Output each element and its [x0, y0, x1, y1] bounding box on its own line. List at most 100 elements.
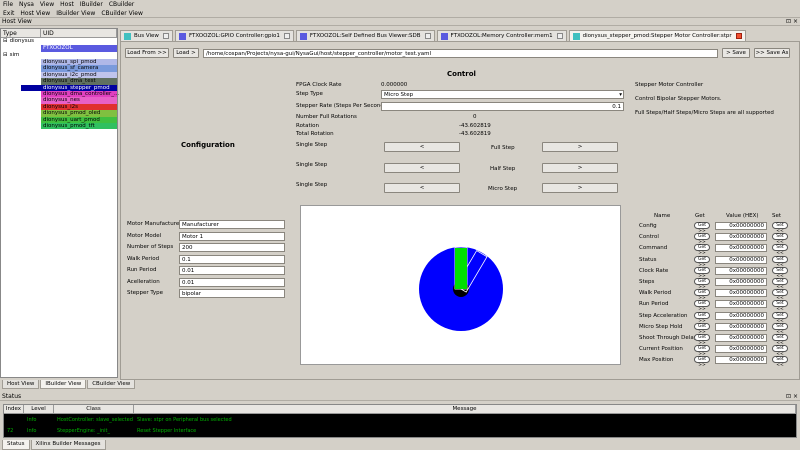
expander-icon[interactable]: ⊟ — [3, 38, 8, 44]
get-button[interactable]: Get >> — [694, 300, 710, 312]
reg-value-input[interactable]: 0x00000000 — [715, 300, 767, 309]
full-step-left-button[interactable]: < — [384, 142, 460, 152]
reg-value-input[interactable]: 0x00000000 — [715, 222, 767, 230]
reg-value-input[interactable]: 0x00000000 — [715, 233, 767, 242]
get-button[interactable]: Get >> — [694, 289, 710, 301]
set-button[interactable]: Set << — [772, 334, 788, 346]
bottom-tab-2[interactable]: CBuilder View — [87, 380, 136, 389]
tab-icon — [299, 32, 307, 40]
load-button[interactable]: Load > — [173, 48, 199, 58]
reg-value-input[interactable]: 0x00000000 — [715, 278, 767, 286]
save-as-button[interactable]: >> Save As — [754, 48, 790, 58]
tree-row[interactable]: FTXOOZOL — [1, 45, 117, 52]
get-button[interactable]: Get >> — [694, 278, 710, 290]
set-button[interactable]: Set << — [772, 345, 788, 357]
status-float-close-icon[interactable]: ⊡ × — [786, 393, 798, 400]
toolbar-ibuilder-view[interactable]: IBuilder View — [56, 10, 95, 17]
set-button[interactable]: Set << — [772, 233, 788, 245]
status-tab-0[interactable]: Status — [2, 440, 30, 450]
tree-row-uid[interactable]: dionysus_pmod_tft — [1, 122, 117, 130]
get-button[interactable]: Get >> — [694, 356, 710, 368]
toolbar-cbuilder-view[interactable]: CBuilder View — [101, 10, 143, 17]
tab-1[interactable]: FTXOOZOL:GPIO Controller:gpio1 — [174, 30, 294, 41]
set-button[interactable]: Set << — [772, 222, 788, 234]
config-input[interactable]: Manufacturer — [179, 220, 285, 229]
load-from-button[interactable]: Load From >> — [125, 48, 169, 58]
close-tab-icon[interactable] — [735, 33, 742, 39]
menu-item-ibuilder[interactable]: IBuilder — [80, 1, 103, 8]
get-button[interactable]: Get >> — [694, 233, 710, 245]
config-input[interactable]: 0.1 — [179, 254, 285, 264]
close-tab-icon[interactable] — [424, 33, 431, 39]
tab-4[interactable]: dionysus_stepper_pmod:Stepper Motor Cont… — [568, 30, 746, 41]
get-button[interactable]: Get >> — [694, 266, 710, 279]
log-row[interactable]: Info HostController: slave_selected Slave:… — [4, 414, 796, 425]
micro-step-right-button[interactable]: > — [542, 183, 618, 193]
stepper-rate-input[interactable]: 0.1 — [381, 102, 624, 111]
config-input[interactable]: bipolar — [179, 289, 285, 298]
motor-visual — [300, 205, 621, 365]
reg-value-input[interactable]: 0x00000000 — [715, 334, 767, 342]
get-button[interactable]: Get >> — [694, 334, 710, 346]
reg-value-input[interactable]: 0x00000000 — [715, 255, 767, 264]
config-input[interactable]: 0.01 — [179, 266, 285, 275]
set-button[interactable]: Set << — [772, 300, 788, 312]
reg-value-input[interactable]: 0x00000000 — [715, 356, 767, 365]
step-type-select[interactable]: Micro Step ▾ — [381, 90, 624, 99]
get-button[interactable]: Get >> — [694, 345, 710, 357]
get-button[interactable]: Get >> — [694, 311, 710, 324]
full-step-right-button[interactable]: > — [542, 142, 618, 152]
half-step-left-button[interactable]: < — [384, 163, 460, 173]
get-button[interactable]: Get >> — [694, 255, 710, 268]
float-close-icon[interactable]: ⊡ × — [786, 18, 798, 25]
tab-2[interactable]: FTXOOZOL:Self Defined Bus Viewer:SDB — [295, 30, 435, 41]
menu-item-view[interactable]: View — [40, 1, 54, 8]
bottom-tab-0[interactable]: Host View — [2, 380, 40, 389]
menu-item-file[interactable]: File — [3, 1, 13, 8]
save-button[interactable]: > Save — [722, 48, 750, 58]
set-button[interactable]: Set << — [772, 266, 788, 279]
menu-item-cbuilder[interactable]: CBuilder — [109, 1, 134, 8]
tab-0[interactable]: Bus View — [120, 30, 173, 41]
set-button[interactable]: Set << — [772, 278, 788, 290]
close-tab-icon[interactable] — [283, 33, 290, 39]
get-button[interactable]: Get >> — [694, 244, 710, 256]
tab-3[interactable]: FTXOOZOL:Memory Controller:mem1 — [436, 30, 567, 41]
set-button[interactable]: Set << — [772, 289, 788, 301]
toolbar-host-view[interactable]: Host View — [20, 10, 50, 17]
status-tab-1[interactable]: Xilinx Builder Messages — [30, 440, 106, 450]
config-label: Acelleration — [127, 278, 160, 285]
tree-row[interactable]: ⊟ sim — [1, 52, 117, 59]
file-path-input[interactable]: /home/cospan/Projects/nysa-gui/NysaGui/h… — [203, 49, 718, 58]
bottom-tab-1[interactable]: IBuilder View — [40, 380, 87, 389]
set-button[interactable]: Set << — [772, 322, 788, 335]
config-input[interactable]: 0.01 — [179, 277, 285, 287]
reg-value-input[interactable]: 0x00000000 — [715, 322, 767, 331]
reg-value-input[interactable]: 0x00000000 — [715, 311, 767, 320]
reg-value-input[interactable]: 0x00000000 — [715, 244, 767, 253]
expander-icon[interactable]: ⊟ — [3, 52, 8, 58]
get-button[interactable]: Get >> — [694, 222, 710, 234]
get-button[interactable]: Get >> — [694, 322, 710, 335]
close-tab-icon[interactable] — [162, 33, 169, 39]
config-input[interactable]: 200 — [179, 243, 285, 252]
reg-value-input[interactable]: 0x00000000 — [715, 266, 767, 275]
set-button[interactable]: Set << — [772, 356, 788, 368]
config-input[interactable]: Motor 1 — [179, 231, 285, 241]
tree-row[interactable]: ⊟ dionysus — [1, 38, 117, 45]
log-head-level: Level — [24, 405, 54, 413]
menu-item-nysa[interactable]: Nysa — [19, 1, 34, 8]
set-button[interactable]: Set << — [772, 255, 788, 268]
log-row[interactable]: 72 Info StepperEngine: _init_ Reset Stepper… — [4, 425, 796, 436]
toolbar-exit[interactable]: Exit — [3, 10, 14, 17]
reg-value-input[interactable]: 0x00000000 — [715, 345, 767, 354]
status-log-table[interactable]: Index Level Class Message Info HostContro… — [3, 404, 797, 438]
close-tab-icon[interactable] — [556, 33, 563, 39]
set-button[interactable]: Set << — [772, 244, 788, 256]
micro-step-left-button[interactable]: < — [384, 183, 460, 193]
menu-item-host[interactable]: Host — [60, 1, 74, 8]
platform-tree[interactable]: Type UID ⊟ dionysus FTXOOZOL ⊟ sim dionysus_s… — [0, 28, 119, 378]
reg-value-input[interactable]: 0x00000000 — [715, 289, 767, 298]
half-step-right-button[interactable]: > — [542, 163, 618, 173]
set-button[interactable]: Set << — [772, 311, 788, 324]
